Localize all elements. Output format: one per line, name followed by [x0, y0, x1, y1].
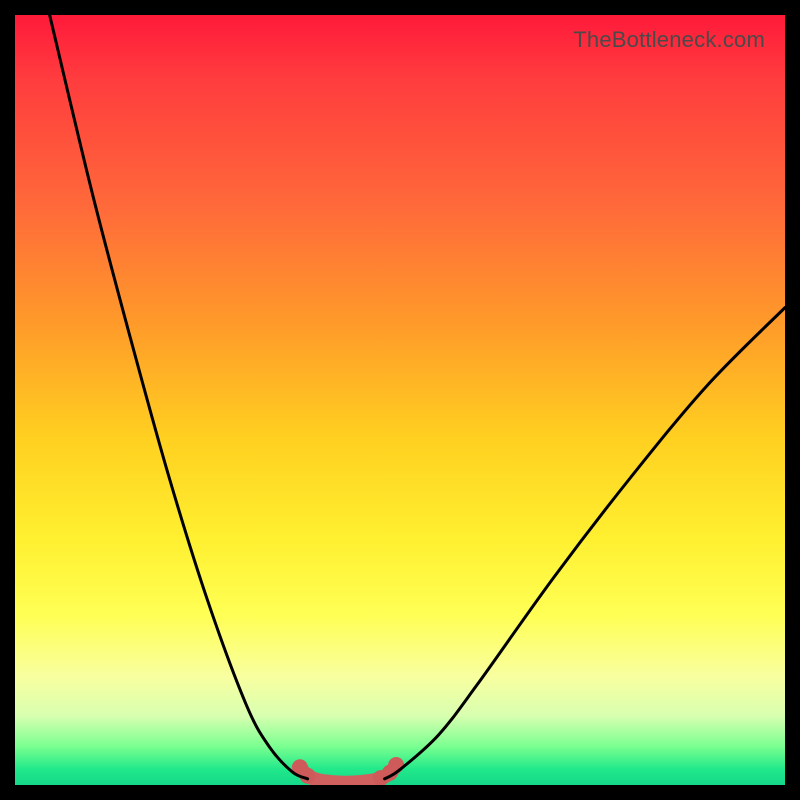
- valley-dots-group: [292, 757, 404, 785]
- main-curves-group: [50, 15, 785, 779]
- watermark-text: TheBottleneck.com: [573, 27, 765, 53]
- chart-svg: [15, 15, 785, 785]
- valley-dot: [382, 765, 398, 781]
- valley-dot: [373, 770, 389, 785]
- valley-dot: [300, 768, 316, 784]
- plot-area: TheBottleneck.com: [15, 15, 785, 785]
- right-curve: [385, 308, 785, 779]
- left-curve: [50, 15, 308, 779]
- valley-fill-path: [300, 766, 396, 783]
- chart-frame: TheBottleneck.com: [0, 0, 800, 800]
- valley-dot: [292, 759, 308, 775]
- valley-fill-group: [300, 766, 396, 783]
- valley-dot: [388, 757, 404, 773]
